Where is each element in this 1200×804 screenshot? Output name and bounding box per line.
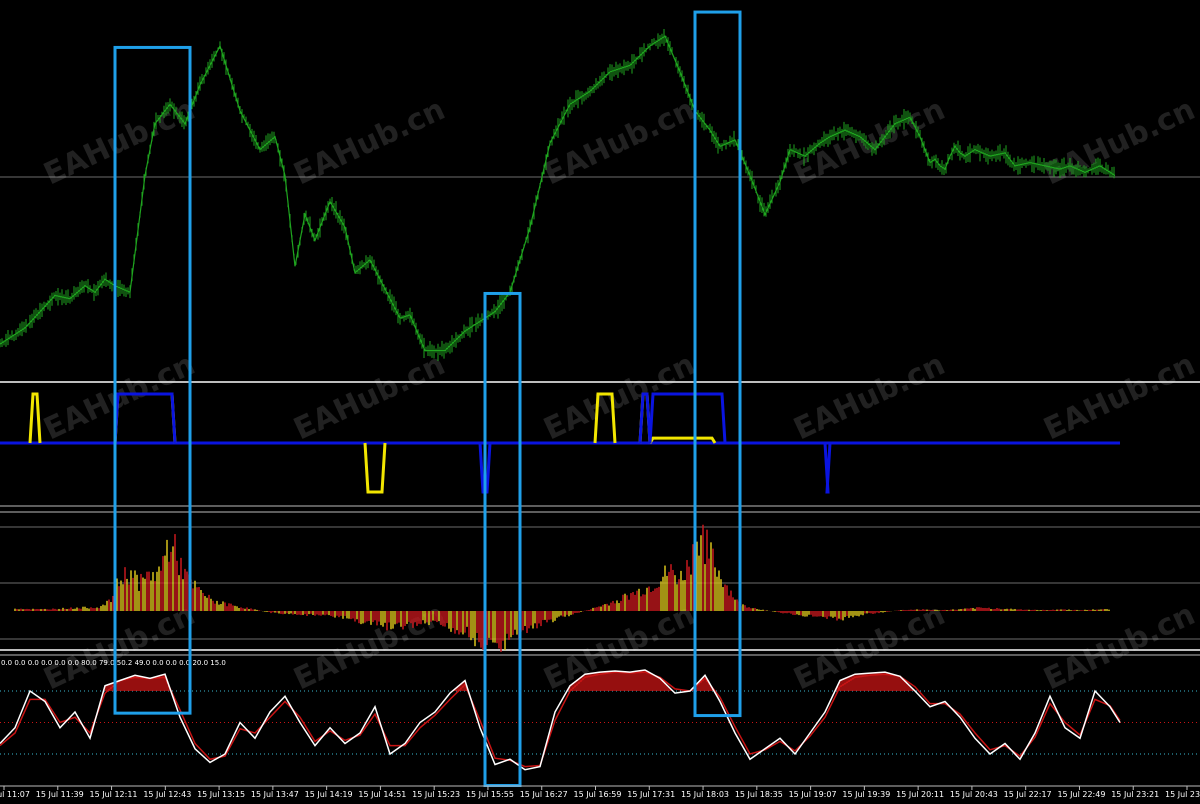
x-tick-label: 15 Jul 19:07 [789, 790, 837, 799]
x-tick-label: 15 Jul 17:31 [627, 790, 675, 799]
watermark-text: EAHub.cn [1039, 347, 1200, 447]
x-tick-label: 15 Jul 15:23 [412, 790, 460, 799]
x-tick-label: 15 Jul 16:27 [520, 790, 568, 799]
x-tick-label: 15 Jul 18:03 [681, 790, 729, 799]
x-tick-label: 15 Jul 12:11 [90, 790, 138, 799]
price-series [0, 28, 1116, 362]
x-tick-label: 15 Jul 19:39 [842, 790, 890, 799]
x-tick-label: 15 Jul 20:43 [950, 790, 998, 799]
signal-yellow-pulse [28, 392, 42, 444]
watermark-text: EAHub.cn [789, 347, 951, 447]
oscillator-values-label: 0.0 0.0 0.0 0.0 0.0 0.0 80.0 79.0 50.2 4… [1, 659, 226, 667]
watermark-text: EAHub.cn [289, 347, 451, 447]
highlight-box [483, 291, 522, 788]
x-tick-label: 15 Jul 18:35 [735, 790, 783, 799]
x-tick-label: 15 Jul 16:59 [574, 790, 622, 799]
price-line [0, 35, 1116, 352]
watermark-text: EAHub.cn [39, 347, 201, 447]
watermark-text: EAHub.cn [539, 347, 701, 447]
signal-yellow-pulse [363, 442, 387, 494]
x-tick-label: 15 Jul 20:11 [896, 790, 944, 799]
x-tick-label: 15 Jul 22:49 [1057, 790, 1105, 799]
chart-root: EAHub.cn EAHub.cn EAHub.cn EAHub.cn EAHub.cn… [0, 0, 1200, 804]
x-tick-label: 15 Jul 13:15 [197, 790, 245, 799]
x-tick-label: 15 Jul 11:39 [36, 790, 84, 799]
x-tick-label: 15 Jul 23:53 [1165, 790, 1200, 799]
x-tick-label: 15 Jul 12:43 [143, 790, 191, 799]
signal-blue-pulse [823, 442, 832, 494]
watermark-text: EAHub.cn [1039, 597, 1200, 697]
chart-svg: EAHub.cn EAHub.cn EAHub.cn EAHub.cn EAHub.cn… [0, 10, 1200, 799]
x-tick-label: 15 Jul 13:47 [251, 790, 299, 799]
x-tick-label: 15 Jul 14:19 [305, 790, 353, 799]
x-tick-label: 15 Jul 22:17 [1004, 790, 1052, 799]
x-axis: 15 Jul 11:07 15 Jul 11:39 15 Jul 12:11 15 J… [0, 785, 1200, 799]
signal-blue-pulse [648, 392, 727, 444]
x-tick-label: 15 Jul 11:07 [0, 790, 30, 799]
x-tick-label: 15 Jul 15:55 [466, 790, 514, 799]
x-tick-label: 15 Jul 23:21 [1111, 790, 1159, 799]
x-tick-label: 15 Jul 14:51 [358, 790, 406, 799]
